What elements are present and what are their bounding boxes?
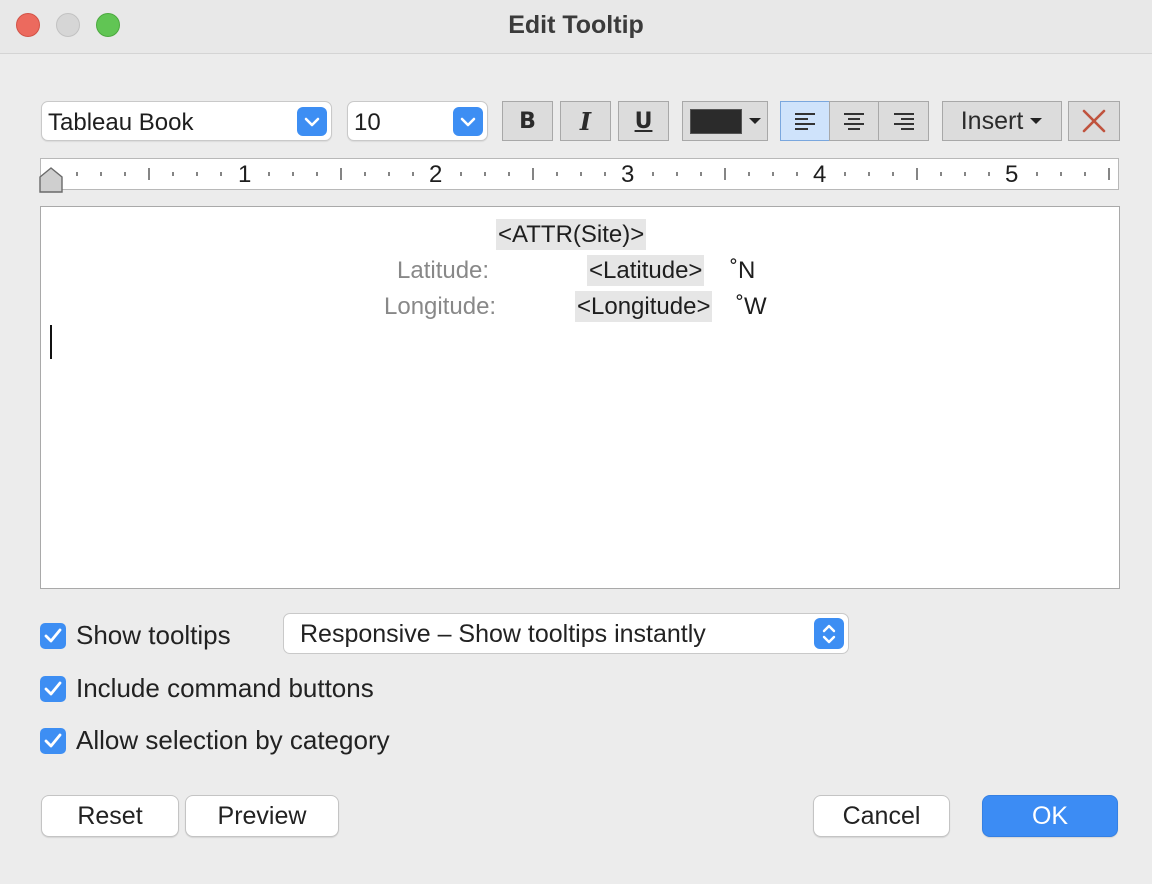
ok-button[interactable]: OK (982, 795, 1118, 837)
checkmark-icon (44, 681, 62, 695)
window-title: Edit Tooltip (508, 11, 644, 39)
align-left-icon (795, 113, 815, 130)
longitude-unit: ˚W (736, 293, 767, 320)
close-icon (1082, 109, 1106, 133)
chevron-down-icon (297, 107, 327, 136)
cancel-button[interactable]: Cancel (813, 795, 950, 837)
ruler-mark: 3 (621, 161, 635, 188)
chevron-down-icon (453, 107, 483, 136)
tooltip-editor[interactable]: <ATTR(Site)> Latitude: <Latitude> ˚N Lon… (40, 206, 1120, 589)
tooltip-mode-select[interactable]: Responsive – Show tooltips instantly (283, 613, 849, 654)
ruler: 1 2 3 4 5 (39, 158, 1119, 193)
font-family-select[interactable]: Tableau Book (41, 101, 332, 141)
font-size-value: 10 (354, 109, 381, 136)
ruler-mark: 5 (1005, 161, 1019, 188)
show-tooltips-option[interactable]: Show tooltips (40, 620, 231, 651)
ruler-ticks (76, 168, 1110, 180)
checkmark-icon (44, 733, 62, 747)
show-tooltips-label: Show tooltips (76, 620, 231, 650)
show-tooltips-checkbox[interactable] (40, 622, 66, 649)
site-field: <ATTR(Site)> (496, 219, 647, 250)
include-command-buttons-checkbox[interactable] (40, 675, 66, 702)
align-right-button[interactable] (878, 101, 929, 141)
italic-button[interactable]: I (560, 101, 611, 141)
caret-down-icon (749, 118, 761, 124)
indent-marker-icon[interactable] (39, 167, 63, 193)
preview-button[interactable]: Preview (185, 795, 339, 837)
clear-button[interactable] (1068, 101, 1120, 141)
allow-selection-option[interactable]: Allow selection by category (40, 725, 390, 756)
text-cursor (50, 325, 52, 359)
bold-button[interactable]: B (502, 101, 553, 141)
insert-label: Insert (960, 106, 1024, 135)
allow-selection-checkbox[interactable] (40, 727, 66, 754)
ruler-mark: 4 (813, 161, 827, 188)
align-right-icon (893, 113, 914, 130)
font-size-select[interactable]: 10 (347, 101, 488, 141)
checkmark-icon (44, 628, 62, 642)
color-swatch (690, 108, 742, 134)
reset-button[interactable]: Reset (41, 795, 179, 837)
longitude-label: Longitude: (384, 293, 497, 320)
latitude-field: <Latitude> (587, 255, 705, 286)
longitude-field: <Longitude> (575, 291, 713, 322)
align-center-button[interactable] (829, 101, 879, 141)
font-family-value: Tableau Book (48, 109, 194, 136)
updown-chevron-icon (814, 618, 844, 649)
ruler-mark: 2 (429, 161, 443, 188)
caret-down-icon (1030, 118, 1043, 124)
allow-selection-label: Allow selection by category (76, 725, 390, 755)
title-bar: Edit Tooltip (0, 0, 1152, 54)
underline-button[interactable]: U (618, 101, 669, 141)
text-color-button[interactable] (682, 101, 768, 141)
latitude-unit: ˚N (730, 257, 756, 284)
latitude-label: Latitude: (397, 257, 490, 284)
include-command-buttons-label: Include command buttons (76, 673, 374, 703)
insert-menu-button[interactable]: Insert (942, 101, 1062, 141)
include-command-buttons-option[interactable]: Include command buttons (40, 673, 374, 704)
ruler-mark: 1 (238, 161, 252, 188)
align-center-icon (844, 113, 864, 130)
tooltip-mode-value: Responsive – Show tooltips instantly (300, 620, 706, 648)
align-left-button[interactable] (780, 101, 830, 141)
